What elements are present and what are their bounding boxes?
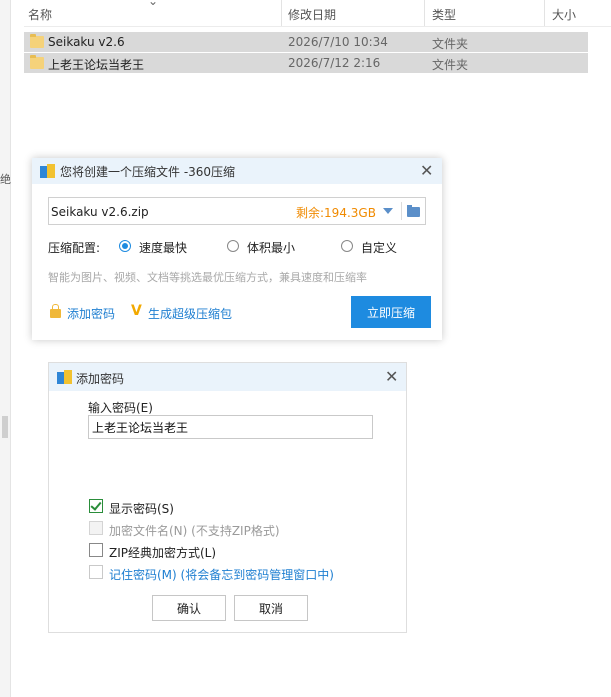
zip-classic-encryption-label[interactable]: ZIP经典加密方式(L)	[109, 544, 216, 561]
lock-icon	[50, 304, 61, 318]
file-row[interactable]: Seikaku v2.6 2026/7/10 10:34 文件夹	[24, 32, 588, 52]
column-divider[interactable]	[424, 0, 425, 26]
dropdown-arrow-icon[interactable]	[383, 208, 393, 214]
360zip-app-icon	[57, 370, 72, 384]
confirm-button[interactable]: 确认	[152, 595, 226, 621]
add-password-title: 添加密码	[76, 372, 125, 386]
compress-hint-text: 智能为图片、视频、文档等挑选最优压缩方式，兼具速度和压缩率	[48, 271, 367, 284]
compress-dialog-title-bar[interactable]: 您将创建一个压缩文件 -360压缩 ✕	[32, 158, 442, 184]
compress-dialog-title: 您将创建一个压缩文件 -360压缩	[60, 165, 236, 179]
browse-folder-icon[interactable]	[407, 205, 420, 217]
navigation-pane-text: 绝	[0, 173, 11, 186]
close-icon[interactable]: ✕	[420, 163, 433, 179]
close-icon[interactable]: ✕	[385, 369, 398, 385]
folder-icon	[30, 55, 44, 69]
remember-password-label[interactable]: 记住密码(M) (将会备忘到密码管理窗口中)	[109, 566, 334, 583]
path-field-divider	[401, 202, 402, 220]
radio-size-smallest[interactable]	[227, 240, 239, 252]
zip-classic-encryption-checkbox[interactable]	[89, 543, 103, 557]
add-password-title-bar[interactable]: 添加密码 ✕	[49, 363, 406, 391]
file-type: 文件夹	[432, 58, 469, 72]
cancel-button[interactable]: 取消	[234, 595, 308, 621]
compress-config-label: 压缩配置:	[48, 241, 101, 255]
file-type: 文件夹	[432, 37, 469, 51]
file-row[interactable]: 上老王论坛当老王 2026/7/12 2:16 文件夹	[24, 53, 588, 73]
file-name: Seikaku v2.6	[48, 35, 125, 49]
file-modified: 2026/7/10 10:34	[288, 35, 388, 49]
encrypt-filenames-label: 加密文件名(N) (不支持ZIP格式)	[109, 524, 280, 538]
column-divider[interactable]	[281, 0, 282, 26]
navigation-pane	[0, 0, 11, 697]
password-input[interactable]	[88, 415, 373, 439]
radio-speed-fastest-label[interactable]: 速度最快	[139, 239, 187, 256]
sort-chevron-icon: ⌄	[148, 0, 159, 8]
radio-speed-fastest[interactable]	[119, 240, 131, 252]
free-space-label: 剩余:194.3GB	[296, 206, 376, 220]
360zip-app-icon	[40, 164, 55, 178]
compress-dialog: 您将创建一个压缩文件 -360压缩 ✕ 剩余:194.3GB 压缩配置: 速度最…	[32, 158, 442, 340]
add-password-link[interactable]: 添加密码	[67, 305, 115, 322]
column-header-modified[interactable]: 修改日期	[288, 6, 336, 23]
column-divider[interactable]	[544, 0, 545, 26]
file-name: 上老王论坛当老王	[48, 58, 145, 72]
super-pack-v-icon: V	[131, 303, 142, 319]
compress-now-button[interactable]: 立即压缩	[351, 296, 431, 328]
file-modified: 2026/7/12 2:16	[288, 56, 381, 70]
column-header-type[interactable]: 类型	[432, 6, 456, 23]
show-password-checkbox[interactable]	[89, 499, 103, 513]
remember-password-checkbox[interactable]	[89, 565, 103, 579]
archive-path-field: 剩余:194.3GB	[48, 197, 426, 225]
column-header-name[interactable]: 名称	[28, 6, 52, 23]
super-pack-link[interactable]: 生成超级压缩包	[148, 305, 232, 322]
folder-icon	[30, 34, 44, 48]
password-input-label: 输入密码(E)	[88, 401, 153, 415]
radio-custom[interactable]	[341, 240, 353, 252]
radio-size-smallest-label[interactable]: 体积最小	[247, 239, 295, 256]
add-password-dialog: 添加密码 ✕ 输入密码(E) 显示密码(S) 加密文件名(N) (不支持ZIP格…	[48, 362, 407, 633]
show-password-label[interactable]: 显示密码(S)	[109, 500, 174, 517]
header-divider	[24, 26, 611, 27]
column-header-size[interactable]: 大小	[552, 6, 576, 23]
radio-custom-label[interactable]: 自定义	[361, 239, 397, 256]
navigation-pane-scrollbar[interactable]	[2, 416, 8, 438]
archive-filename-input[interactable]	[49, 203, 281, 221]
encrypt-filenames-checkbox[interactable]	[89, 521, 103, 535]
